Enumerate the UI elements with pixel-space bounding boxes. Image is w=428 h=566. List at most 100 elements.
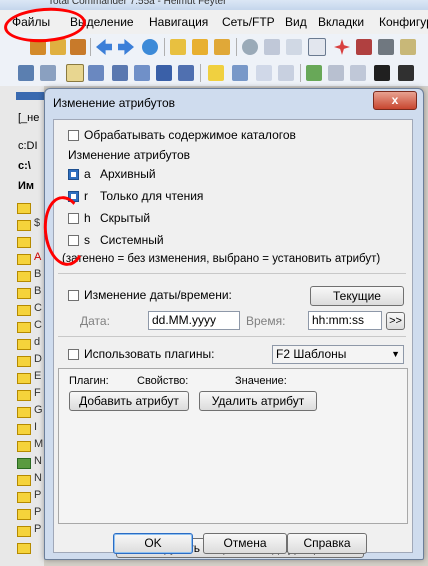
ext-icon[interactable] — [356, 39, 372, 55]
panel-icon[interactable] — [18, 65, 34, 81]
column-name-header[interactable]: Им — [18, 180, 34, 192]
date-label: Дата: — [80, 314, 110, 328]
panel-path-label: [_не — [18, 112, 40, 124]
current-dir: c:\ — [18, 160, 31, 172]
drive4-icon[interactable] — [156, 65, 172, 81]
drive-label[interactable]: c:DI — [18, 140, 38, 152]
split-icon[interactable] — [334, 39, 350, 55]
file-row[interactable]: N — [34, 455, 42, 467]
folder-icon — [17, 441, 31, 452]
file-row[interactable]: B — [34, 285, 41, 297]
remove-attribute-button[interactable]: Удалить атрибут — [199, 391, 317, 411]
drive3-icon[interactable] — [134, 65, 150, 81]
folder-icon — [17, 288, 31, 299]
hidden-label: Скрытый — [100, 211, 151, 225]
dialog-body: Обрабатывать содержимое каталогов Измене… — [53, 119, 413, 558]
panel-header-bar — [16, 92, 44, 100]
folder-icon[interactable] — [232, 65, 248, 81]
lister-icon[interactable] — [328, 65, 344, 81]
file-row[interactable]: M — [34, 438, 43, 450]
folder-icon — [17, 203, 31, 214]
new-folder-icon[interactable] — [208, 65, 224, 81]
forward-arrow-icon[interactable] — [118, 39, 134, 55]
edit-icon[interactable] — [306, 65, 322, 81]
folder-icon — [17, 373, 31, 384]
readonly-key: r — [84, 189, 88, 203]
archive-checkbox[interactable] — [68, 169, 79, 180]
col-property-header: Свойство: — [137, 375, 189, 387]
file-row[interactable]: P — [34, 523, 41, 535]
help-button[interactable]: Справка — [287, 533, 367, 554]
attributes-group-label: Изменение атрибутов — [68, 148, 190, 162]
legend-text: (затенено = без изменения, выбрано = уст… — [62, 253, 381, 265]
drive2-icon[interactable] — [112, 65, 128, 81]
file-row[interactable]: B — [34, 268, 41, 280]
menu-tabs[interactable]: Вкладки — [318, 15, 364, 29]
back-arrow-icon[interactable] — [96, 39, 112, 55]
folder-icon — [17, 458, 31, 469]
file-row[interactable]: C — [34, 302, 42, 314]
use-plugins-checkbox[interactable] — [68, 349, 79, 360]
file-row[interactable]: C — [34, 319, 42, 331]
folder-compare-icon[interactable] — [214, 39, 230, 55]
current-datetime-button[interactable]: Текущие — [310, 286, 404, 306]
url-icon[interactable] — [278, 65, 294, 81]
folder-icon — [17, 390, 31, 401]
menu-network-ftp[interactable]: Сеть/FTP — [222, 15, 275, 29]
change-datetime-checkbox[interactable] — [68, 290, 79, 301]
file-row[interactable]: I — [34, 421, 37, 433]
sync-icon[interactable] — [142, 39, 158, 55]
checklist-icon[interactable] — [286, 39, 302, 55]
file-row[interactable]: P — [34, 489, 41, 501]
notepad-icon[interactable] — [350, 65, 366, 81]
time-picker-button[interactable]: >> — [386, 312, 405, 330]
file-row[interactable]: G — [34, 404, 43, 416]
copy-names-icon[interactable] — [378, 39, 394, 55]
drive5-icon[interactable] — [178, 65, 194, 81]
recurse-checkbox[interactable] — [68, 130, 79, 141]
thumbnail-icon[interactable] — [66, 64, 84, 82]
file-row[interactable]: A — [34, 251, 41, 263]
panel-brief-icon[interactable] — [40, 65, 56, 81]
icon-view-icon[interactable] — [50, 39, 66, 55]
folder-icon — [17, 305, 31, 316]
menu-view[interactable]: Вид — [285, 15, 307, 29]
folder-icon — [17, 254, 31, 265]
file-row[interactable]: P — [34, 506, 41, 518]
file-row[interactable]: N — [34, 472, 42, 484]
file-row[interactable]: $ — [34, 217, 40, 229]
console-icon[interactable] — [374, 65, 390, 81]
close-button[interactable]: x — [373, 91, 417, 110]
folder-icon — [17, 339, 31, 350]
change-datetime-label: Изменение даты/времени: — [84, 288, 232, 302]
menu-configuration[interactable]: Конфигура — [379, 15, 428, 29]
ok-button[interactable]: OK — [113, 533, 193, 554]
unpack-icon[interactable] — [192, 39, 208, 55]
file-row[interactable]: d — [34, 336, 40, 348]
clipboard-icon[interactable] — [400, 39, 416, 55]
file-row[interactable]: E — [34, 370, 41, 382]
date-field[interactable]: dd.MM.yyyy — [148, 311, 240, 330]
readonly-label: Только для чтения — [100, 189, 204, 203]
cmd-icon[interactable] — [398, 65, 414, 81]
plugin-template-select[interactable]: F2 Шаблоны операции ▼ — [272, 345, 404, 378]
search-icon[interactable] — [242, 39, 258, 55]
drive-icon[interactable] — [88, 65, 104, 81]
multi-rename-icon[interactable] — [264, 39, 280, 55]
add-attribute-button[interactable]: Добавить атрибут — [69, 391, 189, 411]
attributes-icon[interactable] — [308, 38, 326, 56]
change-attributes-dialog: Изменение атрибутов x Обрабатывать содер… — [44, 88, 424, 560]
cancel-button[interactable]: Отмена — [203, 533, 287, 554]
plugin-table: Плагин: Свойство: Значение: Добавить атр… — [58, 368, 408, 524]
folder-icon — [17, 526, 31, 537]
ftp-icon[interactable] — [256, 65, 272, 81]
folder-icon — [17, 356, 31, 367]
file-row[interactable]: D — [34, 353, 42, 365]
system-label: Системный — [100, 233, 164, 247]
menu-navigation[interactable]: Навигация — [149, 15, 208, 29]
dialog-title: Изменение атрибутов — [53, 96, 175, 110]
file-row[interactable]: F — [34, 387, 41, 399]
tree-icon[interactable] — [70, 39, 86, 55]
pack-icon[interactable] — [170, 39, 186, 55]
time-field[interactable]: hh:mm:ss — [308, 311, 382, 330]
